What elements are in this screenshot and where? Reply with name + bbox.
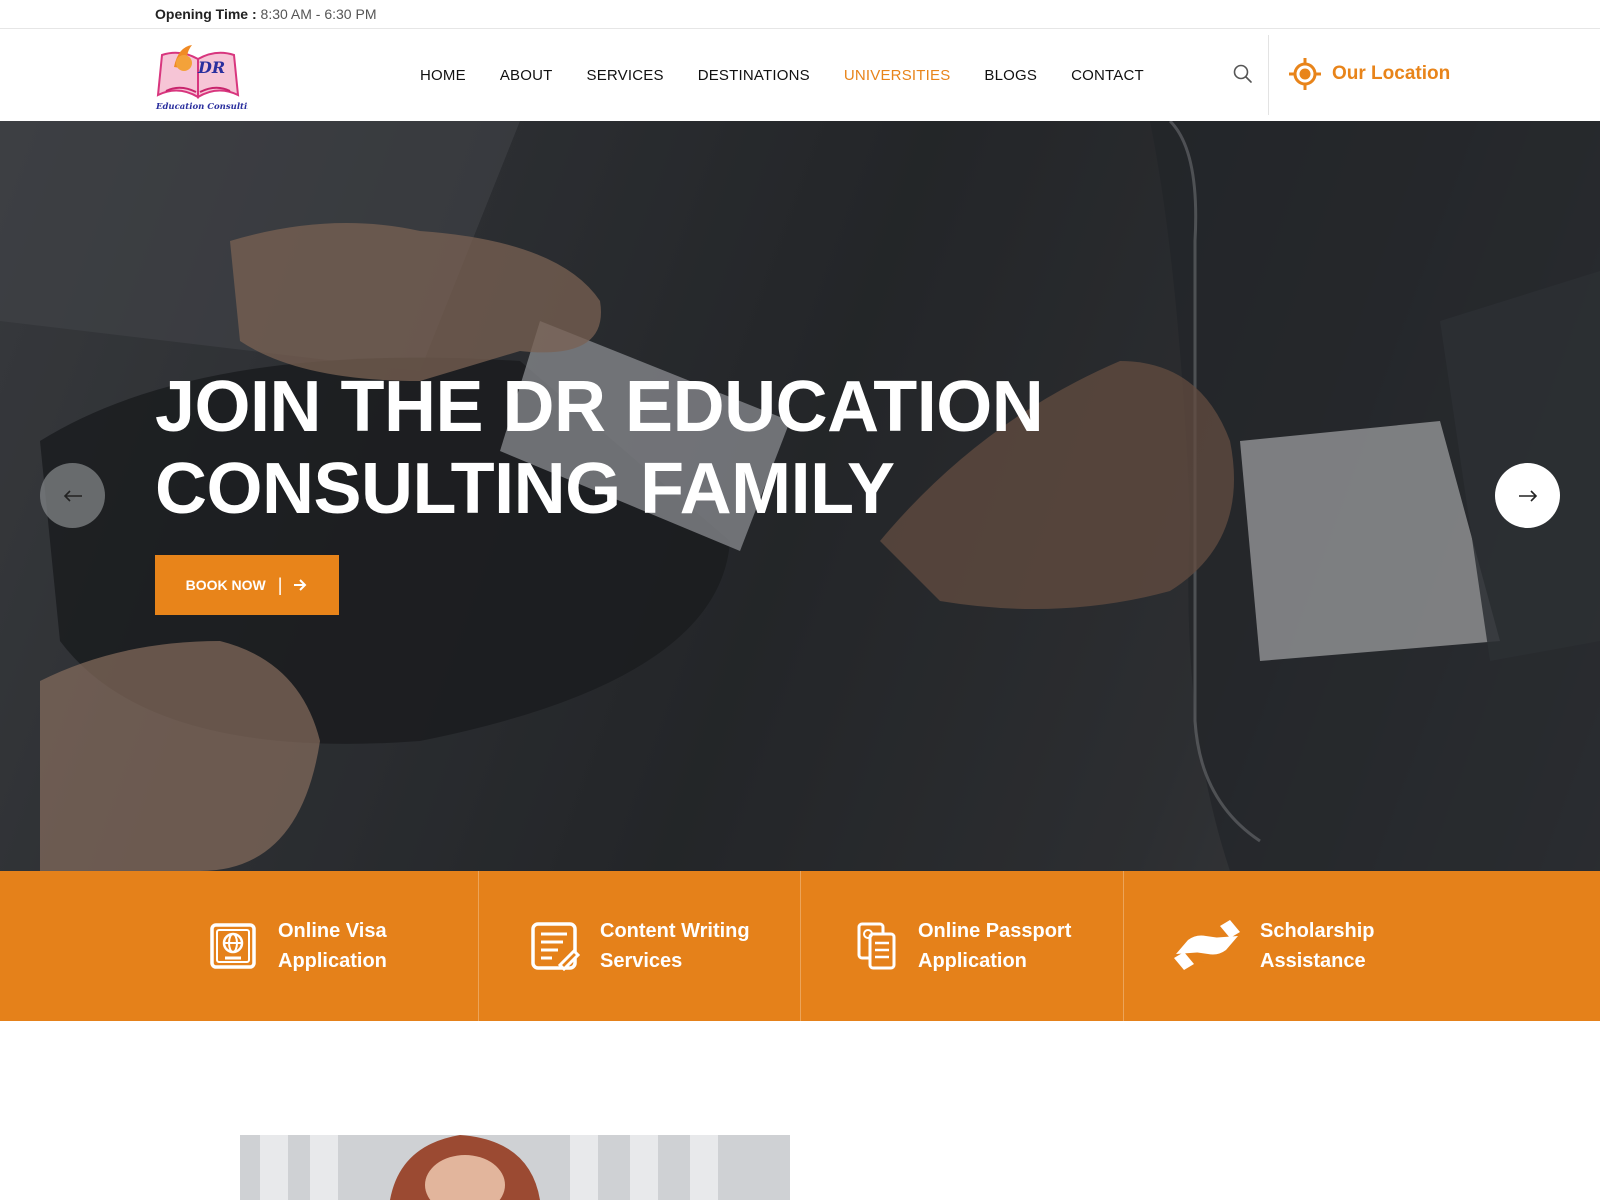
service-scholarship[interactable]: Scholarship Assistance [1174, 871, 1374, 1021]
nav-services[interactable]: SERVICES [587, 67, 664, 84]
opening-time: Opening Time : 8:30 AM - 6:30 PM [155, 6, 376, 22]
slider-next-button[interactable] [1495, 463, 1560, 528]
nav-contact[interactable]: CONTACT [1071, 67, 1144, 84]
about-photo [240, 1135, 790, 1200]
service-line2: Assistance [1260, 950, 1366, 972]
service-divider [800, 871, 801, 1021]
handshake-icon [1174, 920, 1240, 970]
top-bar: Opening Time : 8:30 AM - 6:30 PM [0, 0, 1600, 29]
site-logo[interactable]: DR Education Consulting [152, 37, 259, 113]
nav-universities[interactable]: UNIVERSITIES [844, 67, 951, 84]
opening-time-value: 8:30 AM - 6:30 PM [260, 6, 377, 22]
header-divider [1268, 35, 1269, 115]
service-divider [478, 871, 479, 1021]
service-line2: Application [918, 950, 1027, 972]
nav-blogs[interactable]: BLOGS [984, 67, 1037, 84]
hero-title: JOIN THE DR EDUCATION CONSULTING FAMILY [155, 366, 1055, 530]
nav-about[interactable]: ABOUT [500, 67, 553, 84]
our-location-label: Our Location [1332, 63, 1451, 84]
service-line1: Content Writing [600, 920, 750, 942]
nav-destinations[interactable]: DESTINATIONS [698, 67, 810, 84]
logo-text-sub: Education Consulting [155, 102, 248, 112]
slider-prev-button[interactable] [40, 463, 105, 528]
document-edit-icon [531, 922, 580, 971]
service-divider [1123, 871, 1124, 1021]
crosshair-icon [1289, 58, 1321, 90]
documents-icon [857, 922, 896, 970]
passport-icon [210, 923, 256, 969]
service-content-writing[interactable]: Content Writing Services [530, 871, 750, 1021]
hero-title-line1: JOIN THE DR EDUCATION [155, 367, 1044, 447]
hero-title-line2: CONSULTING FAMILY [155, 449, 895, 529]
main-nav: HOME ABOUT SERVICES DESTINATIONS UNIVERS… [420, 29, 1178, 121]
services-strip: Online Visa Application Content Writing … [0, 871, 1600, 1021]
arrow-left-icon [63, 489, 82, 502]
our-location-link[interactable]: Our Location [1288, 57, 1450, 91]
service-online-visa[interactable]: Online Visa Application [208, 871, 387, 1021]
book-now-separator: | [277, 574, 283, 595]
service-label: Scholarship Assistance [1260, 916, 1374, 976]
service-label: Online Passport Application [918, 916, 1071, 976]
nav-home[interactable]: HOME [420, 67, 466, 84]
arrow-right-icon [1518, 489, 1537, 502]
book-now-button[interactable]: BOOK NOW | [155, 555, 339, 615]
service-label: Online Visa Application [278, 916, 387, 976]
service-line1: Online Visa [278, 920, 387, 942]
service-label: Content Writing Services [600, 916, 750, 976]
service-online-passport[interactable]: Online Passport Application [856, 871, 1071, 1021]
search-button[interactable] [1232, 63, 1254, 85]
arrow-right-icon [294, 579, 307, 591]
book-logo-icon: DR Education Consulting [155, 45, 259, 112]
book-now-label: BOOK NOW [185, 577, 266, 593]
hero-slider: JOIN THE DR EDUCATION CONSULTING FAMILY … [0, 121, 1600, 871]
service-line1: Scholarship [1260, 920, 1375, 942]
service-line2: Services [600, 950, 683, 972]
site-header: DR Education Consulting HOME ABOUT SERVI… [0, 29, 1600, 121]
service-line2: Application [278, 950, 387, 972]
service-line1: Online Passport [918, 920, 1072, 942]
opening-time-label: Opening Time : [155, 6, 257, 22]
about-image [240, 1135, 790, 1200]
search-icon [1233, 64, 1252, 83]
logo-text-dr: DR [197, 58, 225, 77]
